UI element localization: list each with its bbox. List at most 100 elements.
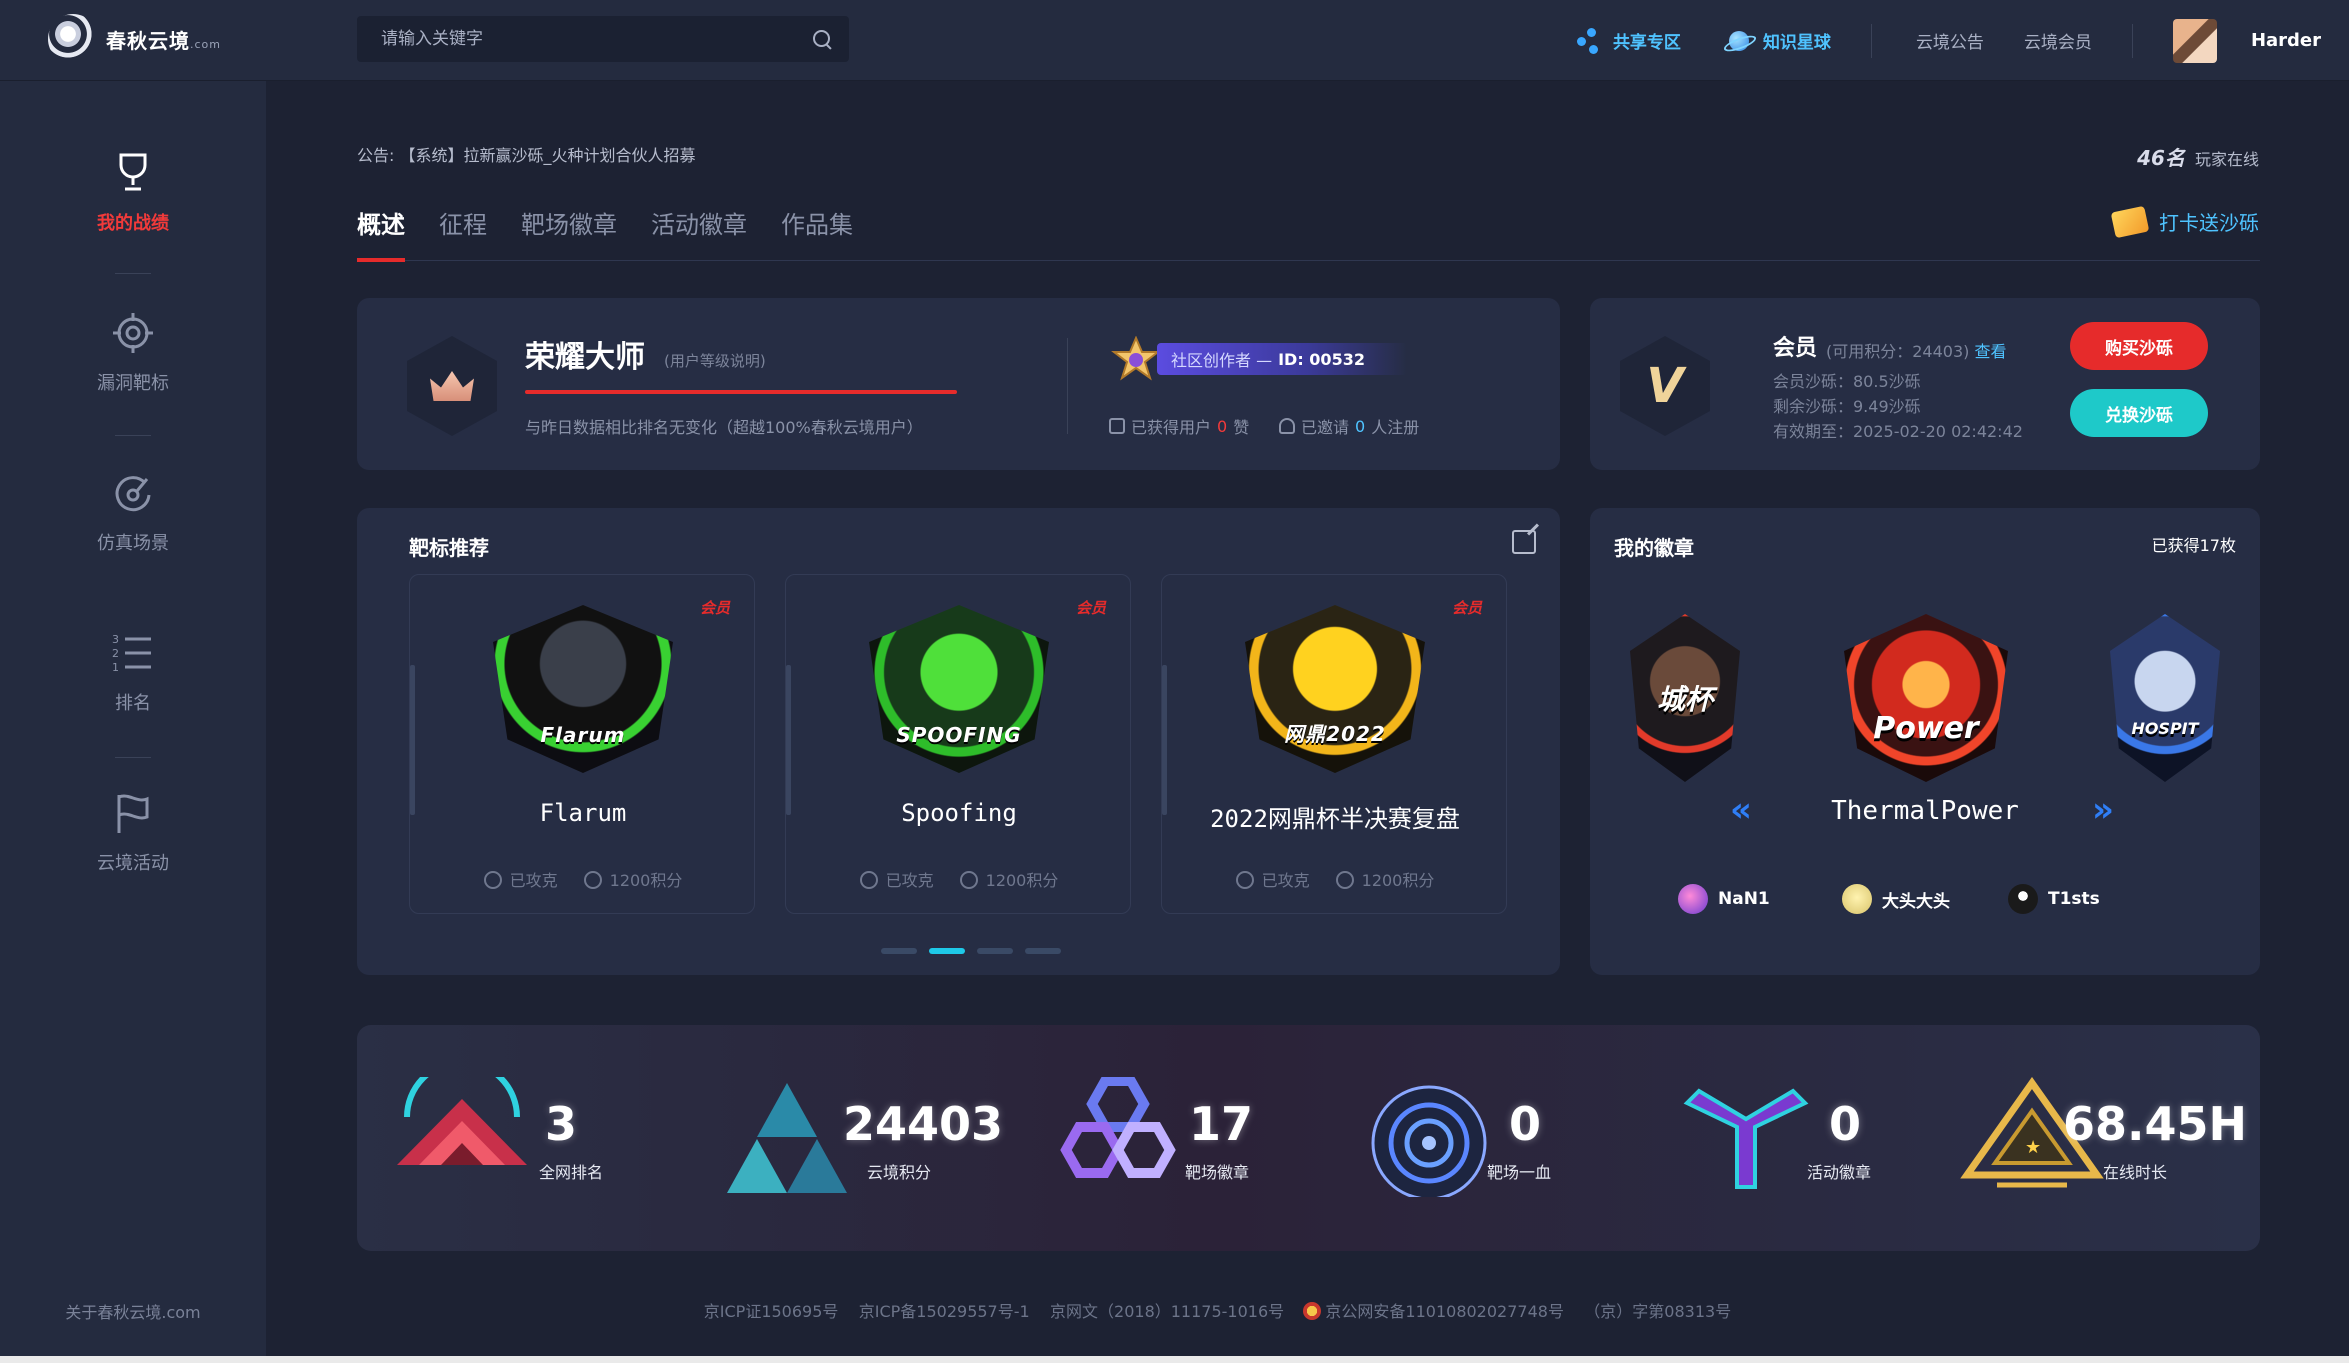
badge-owner[interactable]: 大头大头 [1842,884,1950,914]
police-record[interactable]: 京公网安备11010802027748号 [1325,1302,1564,1321]
target-card[interactable]: 会员 Flarum Flarum 已攻克 1200积分 [409,574,755,914]
edit-icon[interactable] [1512,530,1536,554]
rank-card: 荣耀大师 (用户等级说明) 与昨日数据相比排名无变化（超越100%春秋云境用户）… [357,298,1560,470]
stat-value: 0 [1509,1097,1542,1151]
target-icon [113,313,153,353]
page-bottom-edge [0,1356,2349,1363]
trophy-icon [119,153,147,191]
target-meta: 已攻克 1200积分 [1162,867,1508,891]
tab-journey[interactable]: 征程 [439,205,487,261]
envelope-icon [2110,205,2150,238]
likes-stat: 已获得用户 0 赞 [1109,414,1249,438]
about-link[interactable]: 关于春秋云境.com [0,1299,266,1323]
stat-label: 靶场徽章 [1185,1163,1250,1182]
logo-text: 春秋云境.com [106,28,221,53]
badge-right[interactable]: HOSPIT [2110,614,2220,782]
buy-sand-button[interactable]: 购买沙砾 [2070,322,2208,370]
top-nav: 共享专区 知识星球 云境公告 云境会员 Harder [1576,0,2349,81]
invite-stat: 已邀请 0 人注册 [1279,414,1419,438]
thumbs-up-icon [1109,418,1125,434]
user-name[interactable]: Harder [2251,30,2321,51]
announcement[interactable]: 公告: 【系统】拉新赢沙砾_火种计划合伙人招募 [357,142,696,166]
nav-member[interactable]: 云境会员 [2024,28,2092,53]
exchange-sand-button[interactable]: 兑换沙砾 [2070,389,2208,437]
svg-text:★: ★ [2025,1137,2041,1158]
expire-date: 有效期至：2025-02-20 02:42:42 [1773,422,2023,441]
target-recommend-panel: 靶标推荐 会员 Flarum Flarum 已攻克 1200积分 会员 SPOO… [357,508,1560,975]
avatar [1842,884,1872,914]
nav-knowledge[interactable]: 知识星球 [1723,28,1831,54]
target-card[interactable]: 会员 SPOOFING Spoofing 已攻克 1200积分 [785,574,1131,914]
stat-label: 云境积分 [867,1163,932,1182]
my-badges-panel: 我的徽章 已获得17枚 城杯 Power HOSPIT « ThermalPow… [1590,508,2260,975]
nav-notice[interactable]: 云境公告 [1916,28,1984,53]
carousel-dot[interactable] [977,948,1013,954]
target-meta: 已攻克 1200积分 [410,867,756,891]
rank-help-link[interactable]: (用户等级说明) [664,350,766,371]
sidebar-item-ranking[interactable]: 3 2 1 排名 [0,629,266,715]
avatar[interactable] [2172,18,2217,63]
target-name: Spoofing [901,799,1017,827]
logo[interactable]: 春秋云境.com [48,14,221,64]
target-card[interactable]: 会员 网鼎2022 2022网鼎杯半决赛复盘 已攻克 1200积分 [1161,574,1507,914]
flarum-badge-icon: Flarum [493,605,673,773]
recycle-icon [859,871,878,889]
stat-label: 活动徽章 [1807,1163,1872,1182]
wangding-badge-icon: 网鼎2022 [1245,605,1425,773]
member-title: 会员 [1773,336,1818,361]
badge-owner[interactable]: NaN1 [1678,884,1770,914]
tab-bar: 概述 征程 靶场徽章 活动徽章 作品集 [357,205,2260,262]
sidebar-item-activity[interactable]: 云境活动 [0,789,266,875]
carousel-dot[interactable] [1025,948,1061,954]
stats-strip: 3 全网排名 24403 云境积分 17 靶场徽章 0 靶场一血 0 活动徽章 … [357,1025,2260,1251]
creator-badge: 社区创作者 — ID: 00532 [1157,343,1407,375]
badge-left[interactable]: 城杯 [1630,614,1740,782]
thermalpower-badge-icon[interactable]: Power [1844,614,2008,782]
vip-tag: 会员 [1075,599,1106,617]
search-input[interactable] [357,29,811,49]
search-icon[interactable] [811,28,833,50]
stat-value: 17 [1189,1097,1254,1151]
stat-label: 在线时长 [2103,1163,2168,1182]
planet-icon [1723,28,1753,54]
sidebar: 我的战绩 漏洞靶标 仿真场景 3 2 1 排名 云境活动 关于春秋云境.com [0,81,266,1363]
culture-license[interactable]: 京网文（2018）11175-1016号 [1050,1302,1284,1321]
police-badge-icon [1303,1302,1322,1320]
icp-record[interactable]: 京ICP备15029557号-1 [859,1302,1030,1321]
carousel-dot[interactable] [881,948,917,954]
divider [115,435,151,436]
carousel-dots [881,948,1061,954]
top-bar: 春秋云境.com 共享专区 知识星球 云境公告 云境会员 Harder [0,0,2349,81]
flag-icon [117,794,149,833]
stat-label: 全网排名 [539,1163,604,1182]
icp-license[interactable]: 京ICP证150695号 [704,1302,839,1321]
vip-tag: 会员 [1451,599,1482,617]
publication-license[interactable]: （京）字第08313号 [1584,1302,1731,1321]
spoofing-badge-icon: SPOOFING [869,605,1049,773]
tab-range-badges[interactable]: 靶场徽章 [521,205,617,261]
sidebar-item-scenario[interactable]: 仿真场景 [0,469,266,555]
badge-owner[interactable]: T1sts [2008,884,2100,914]
member-points: (可用积分：24403) 查看 [1826,342,2007,361]
crown-icon [430,371,474,401]
view-points-link[interactable]: 查看 [1974,342,2006,361]
rank-mountain-icon [397,1077,527,1165]
target-name: Flarum [539,799,627,827]
badge-count: 已获得17枚 [2151,536,2236,555]
svg-text:1: 1 [112,661,119,674]
sidebar-item-record[interactable]: 我的战绩 [0,149,266,235]
stat-value: 68.45H [2063,1097,2247,1151]
y-emblem-icon [1683,1088,1809,1189]
checkin-button[interactable]: 打卡送沙砾 [2110,205,2259,238]
nav-share[interactable]: 共享专区 [1576,27,1681,54]
rank-description: 与昨日数据相比排名无变化（超越100%春秋云境用户） [525,418,923,437]
tab-works[interactable]: 作品集 [781,205,853,261]
rank-title: 荣耀大师 [525,340,645,375]
target-meta: 已攻克 1200积分 [786,867,1132,891]
carousel-dot[interactable] [929,948,965,954]
tab-activity-badges[interactable]: 活动徽章 [651,205,747,261]
tab-overview[interactable]: 概述 [357,205,405,262]
avatar [2008,884,2038,914]
next-badge-arrow[interactable]: » [2092,790,2114,830]
sidebar-item-targets[interactable]: 漏洞靶标 [0,309,266,395]
